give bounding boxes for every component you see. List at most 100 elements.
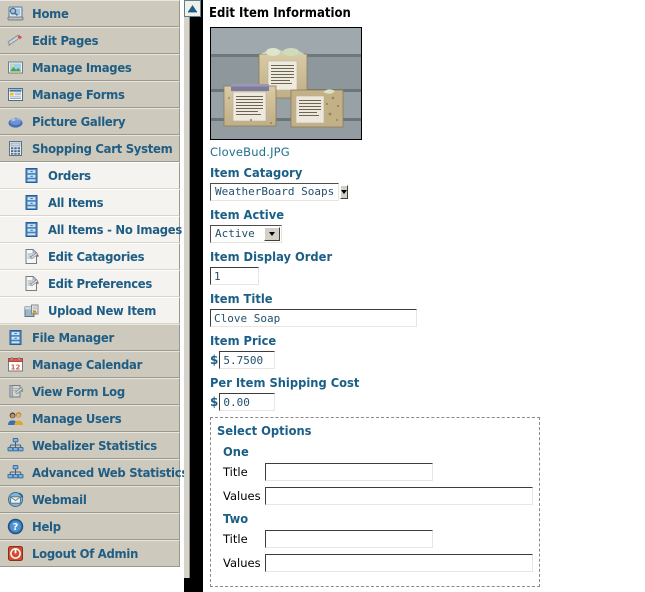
sidebar-item-label: Logout Of Admin — [32, 546, 139, 561]
sidebar-item-manage-images[interactable]: Manage Images — [0, 54, 180, 81]
sidebar-item-edit-pages[interactable]: Edit Pages — [0, 27, 180, 54]
network-icon — [6, 463, 25, 482]
sidebar-item-label: Edit Preferences — [48, 276, 153, 291]
sidebar-item-label: Shopping Cart System — [32, 141, 173, 156]
sidebar-item-advanced-web-statistics[interactable]: Advanced Web Statistics — [0, 459, 184, 486]
sidebar-item-label: File Manager — [32, 330, 114, 345]
label-item-display-order: Item Display Order — [210, 249, 333, 264]
page-title: Edit Item Information — [209, 6, 351, 21]
network-icon — [6, 436, 25, 455]
option-values-row: Values — [223, 487, 533, 505]
sidebar-item-all-items[interactable]: All Items — [0, 189, 180, 216]
chevron-down-icon[interactable] — [340, 185, 349, 199]
cabinet-icon — [22, 220, 41, 239]
scrollbar-track[interactable] — [184, 0, 203, 592]
sidebar-item-label: Home — [32, 6, 69, 21]
item-shipping-input[interactable] — [219, 393, 276, 411]
sidebar-item-manage-forms[interactable]: Manage Forms — [0, 81, 180, 108]
scroll-up-button[interactable] — [184, 0, 201, 17]
item-category-value: WeatherBoard Soaps — [215, 185, 335, 198]
label-per-item-shipping-cost: Per Item Shipping Cost — [210, 375, 360, 390]
option-title-row: Title — [223, 530, 533, 548]
item-active-value: Active — [215, 227, 255, 240]
option-title-row: Title — [223, 463, 533, 481]
sidebar-item-label: All Items - No Images — [48, 222, 183, 237]
sidebar-item-label: Webalizer Statistics — [32, 438, 157, 453]
sidebar-item-label: Picture Gallery — [32, 114, 126, 129]
sidebar-item-manage-users[interactable]: Manage Users — [0, 405, 180, 432]
sidebar-item-webalizer-statistics[interactable]: Webalizer Statistics — [0, 432, 180, 459]
help-icon: ? — [6, 517, 25, 536]
option-title-label: Title — [223, 532, 248, 546]
picture-icon — [6, 58, 25, 77]
chevron-down-icon[interactable] — [264, 227, 280, 241]
sidebar-nav: Home Edit Pages Manage Images Manage Forms P… — [0, 0, 184, 578]
option-values-input[interactable] — [265, 487, 533, 505]
sidebar-item-all-items-no-images[interactable]: All Items - No Images — [0, 216, 183, 243]
option-title-input[interactable] — [265, 530, 433, 548]
power-icon — [6, 544, 25, 563]
users-icon — [6, 409, 25, 428]
sidebar-item-home[interactable]: Home — [0, 0, 180, 27]
sidebar-item-label: Edit Catagories — [48, 249, 145, 264]
item-active-select[interactable]: Active — [210, 225, 282, 243]
scrollbar-gutter[interactable] — [184, 17, 190, 578]
label-item-title: Item Title — [210, 291, 273, 306]
sidebar-item-label: Manage Forms — [32, 87, 125, 102]
sidebar-item-logout-of-admin[interactable]: Logout Of Admin — [0, 540, 180, 567]
svg-text:12: 12 — [11, 363, 21, 371]
option-values-input[interactable] — [265, 554, 533, 572]
item-display-order-input[interactable] — [210, 267, 259, 285]
item-thumbnail[interactable] — [210, 27, 362, 140]
sidebar-item-orders[interactable]: Orders — [0, 162, 180, 189]
calendar-icon: 12 — [6, 355, 25, 374]
sidebar-item-label: Webmail — [32, 492, 87, 507]
sidebar-item-help[interactable]: ? Help — [0, 513, 180, 540]
label-item-active: Item Active — [210, 207, 285, 222]
gallery-icon — [6, 112, 25, 131]
pencil-icon — [6, 31, 25, 50]
sidebar-item-label: All Items — [48, 195, 104, 210]
select-options-panel: Select Options One Title Values Two Title Val… — [210, 417, 540, 587]
cabinet-icon — [22, 166, 41, 185]
item-title-input[interactable] — [210, 309, 417, 327]
sidebar-item-label: Upload New Item — [48, 303, 157, 318]
sidebar-item-view-form-log[interactable]: View Form Log — [0, 378, 180, 405]
sidebar-item-picture-gallery[interactable]: Picture Gallery — [0, 108, 180, 135]
item-price-input[interactable] — [219, 351, 276, 369]
form-grid-icon — [6, 85, 25, 104]
cabinet-icon — [22, 193, 41, 212]
cabinet-icon — [6, 328, 25, 347]
sidebar-item-edit-catagories[interactable]: Edit Catagories — [0, 243, 180, 270]
sidebar-item-edit-preferences[interactable]: Edit Preferences — [0, 270, 180, 297]
notebook-icon — [6, 382, 25, 401]
sidebar-item-label: View Form Log — [32, 384, 125, 399]
option-title-label: Title — [223, 465, 248, 479]
shipping-currency-symbol: $ — [210, 395, 219, 409]
item-category-select[interactable]: WeatherBoard Soaps — [210, 183, 349, 201]
sidebar-item-label: Manage Images — [32, 60, 132, 75]
main-content: Edit Item Information CloveBud.JPG Item … — [203, 0, 645, 592]
option-values-label: Values — [223, 556, 261, 570]
option-values-label: Values — [223, 489, 261, 503]
sidebar-item-manage-calendar[interactable]: 12 Manage Calendar — [0, 351, 180, 378]
select-options-title: Select Options — [217, 423, 312, 438]
image-filename-link[interactable]: CloveBud.JPG — [210, 145, 645, 159]
sidebar-item-webmail[interactable]: Webmail — [0, 486, 180, 513]
sidebar-item-shopping-cart-system[interactable]: Shopping Cart System — [0, 135, 180, 162]
page-edit-icon — [22, 274, 41, 293]
option-title-input[interactable] — [265, 463, 433, 481]
sidebar-item-upload-new-item[interactable]: Upload New Item — [0, 297, 180, 324]
sidebar-item-label: Manage Calendar — [32, 357, 143, 372]
sidebar-item-label: Orders — [48, 168, 91, 183]
soap-photo — [211, 28, 361, 139]
price-currency-symbol: $ — [210, 353, 219, 367]
upload-icon — [22, 301, 41, 320]
monitor-icon — [6, 4, 25, 23]
option-group-name: One — [223, 444, 249, 459]
mail-icon — [6, 490, 25, 509]
sidebar-item-label: Manage Users — [32, 411, 122, 426]
scroll-up-icon — [187, 0, 198, 18]
calculator-icon — [6, 139, 25, 158]
sidebar-item-file-manager[interactable]: File Manager — [0, 324, 180, 351]
